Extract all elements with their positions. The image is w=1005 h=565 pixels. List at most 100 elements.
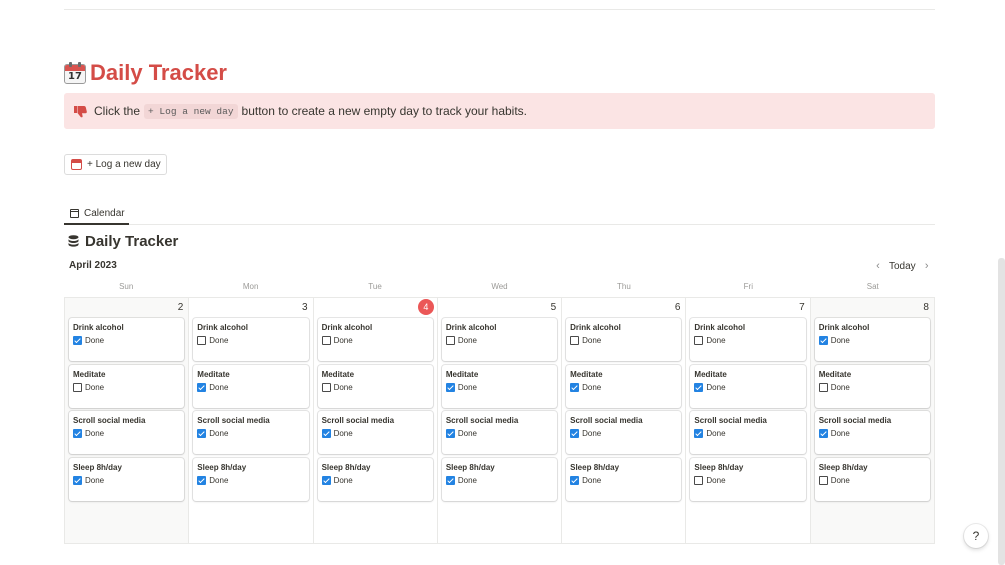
checkbox-checked[interactable] xyxy=(73,429,82,438)
calendar-icon xyxy=(71,159,82,170)
checkbox-checked[interactable] xyxy=(570,476,580,485)
habit-done-row: Done xyxy=(197,429,304,438)
checkbox-checked[interactable] xyxy=(570,383,580,392)
habit-card[interactable]: Meditate Done xyxy=(814,365,930,408)
done-label: Done xyxy=(209,336,229,345)
habit-card[interactable]: Meditate Done xyxy=(193,365,309,408)
habit-name: Scroll social media xyxy=(818,416,892,425)
checkbox-checked[interactable] xyxy=(570,429,580,438)
weekday-label: Tue xyxy=(368,282,382,291)
checkbox-unchecked[interactable] xyxy=(321,383,331,392)
habit-card[interactable]: Scroll social media Done xyxy=(317,411,433,454)
habit-done-row: Done xyxy=(694,429,801,438)
checkbox-unchecked[interactable] xyxy=(321,336,331,345)
habit-done-row: Done xyxy=(73,476,180,485)
page-title[interactable]: Daily Tracker xyxy=(90,60,227,86)
day-cell[interactable]: 7 Drink alcohol Done Meditate Done Scroll soc… xyxy=(686,298,811,543)
month-label: April 2023 xyxy=(69,260,117,271)
database-title[interactable]: Daily Tracker xyxy=(85,233,178,250)
checkbox-checked[interactable] xyxy=(445,429,455,438)
day-cell[interactable]: 3 Drink alcohol Done Meditate Done Scroll soc… xyxy=(189,298,314,543)
habit-card[interactable]: Drink alcohol Done xyxy=(441,318,558,361)
checkbox-checked[interactable] xyxy=(818,336,828,345)
habit-card[interactable]: Scroll social media Done xyxy=(566,411,682,454)
day-cell[interactable]: 8 Drink alcohol Done Meditate Done Scroll soc… xyxy=(810,298,934,543)
habit-card[interactable]: Sleep 8h/day Done xyxy=(814,458,930,501)
checkbox-checked[interactable] xyxy=(197,383,207,392)
day-cell[interactable]: 5 Drink alcohol Done Meditate Done Scroll soc… xyxy=(438,298,563,543)
habit-card[interactable]: Drink alcohol Done xyxy=(690,318,806,361)
habit-name: Scroll social media xyxy=(321,416,395,425)
done-label: Done xyxy=(706,336,726,345)
habit-done-row: Done xyxy=(570,476,677,485)
chevron-left-icon[interactable]: ‹ xyxy=(871,260,885,272)
habit-card[interactable]: Meditate Done xyxy=(317,365,433,408)
callout-text-before: Click the xyxy=(94,104,141,118)
habit-done-row: Done xyxy=(694,383,801,392)
checkbox-checked[interactable] xyxy=(445,383,455,392)
habit-name: Drink alcohol xyxy=(818,323,870,332)
checkbox-checked[interactable] xyxy=(321,476,331,485)
checkbox-checked[interactable] xyxy=(321,429,331,438)
habit-card[interactable]: Meditate Done xyxy=(690,365,806,408)
habit-card[interactable]: Sleep 8h/day Done xyxy=(441,458,558,501)
habit-card[interactable]: Sleep 8h/day Done xyxy=(317,458,433,501)
habit-card[interactable]: Sleep 8h/day Done xyxy=(193,458,309,501)
day-cell[interactable]: 4 Drink alcohol Done Meditate Done Scroll soc… xyxy=(314,298,438,543)
habit-card[interactable]: Drink alcohol Done xyxy=(566,318,682,361)
habit-done-row: Done xyxy=(197,383,304,392)
checkbox-checked[interactable] xyxy=(197,429,207,438)
calendar-icon xyxy=(70,208,79,218)
day-cell[interactable]: 2 Drink alcohol Done Meditate Done Scroll soc… xyxy=(65,298,190,543)
habit-card[interactable]: Meditate Done xyxy=(566,365,682,408)
tab-calendar[interactable]: Calendar xyxy=(64,203,129,225)
habit-done-row: Done xyxy=(321,476,429,485)
checkbox-checked[interactable] xyxy=(73,336,82,345)
checkbox-unchecked[interactable] xyxy=(694,476,704,485)
day-number: 6 xyxy=(674,302,681,313)
view-tabbar: Calendar xyxy=(64,203,935,225)
checkbox-unchecked[interactable] xyxy=(694,336,704,345)
checkbox-unchecked[interactable] xyxy=(73,383,82,392)
habit-done-row: Done xyxy=(197,336,304,345)
checkbox-checked[interactable] xyxy=(73,476,82,485)
checkbox-unchecked[interactable] xyxy=(197,336,207,345)
habit-card[interactable]: Sleep 8h/day Done xyxy=(566,458,682,501)
checkbox-unchecked[interactable] xyxy=(818,383,828,392)
weekday-label: Sun xyxy=(119,282,134,291)
habit-card[interactable]: Sleep 8h/day Done xyxy=(69,458,185,501)
checkbox-checked[interactable] xyxy=(197,476,207,485)
chevron-right-icon[interactable]: › xyxy=(920,260,934,272)
checkbox-unchecked[interactable] xyxy=(818,476,828,485)
done-label: Done xyxy=(457,383,477,392)
help-button[interactable]: ? xyxy=(964,524,988,548)
habit-card[interactable]: Drink alcohol Done xyxy=(814,318,930,361)
checkbox-unchecked[interactable] xyxy=(445,336,455,345)
habit-card[interactable]: Scroll social media Done xyxy=(69,411,185,454)
habit-card[interactable]: Meditate Done xyxy=(441,365,558,408)
done-label: Done xyxy=(582,429,602,438)
checkbox-checked[interactable] xyxy=(445,476,455,485)
habit-done-row: Done xyxy=(73,429,180,438)
habit-card[interactable]: Scroll social media Done xyxy=(814,411,930,454)
checkbox-checked[interactable] xyxy=(694,429,704,438)
checkbox-checked[interactable] xyxy=(694,383,704,392)
day-cell[interactable]: 6 Drink alcohol Done Meditate Done Scroll soc… xyxy=(562,298,687,543)
habit-name: Drink alcohol xyxy=(694,323,746,332)
log-new-day-button[interactable]: + Log a new day xyxy=(64,154,167,175)
checkbox-unchecked[interactable] xyxy=(570,336,580,345)
habit-card[interactable]: Drink alcohol Done xyxy=(317,318,433,361)
habit-name: Drink alcohol xyxy=(73,323,124,332)
habit-card[interactable]: Meditate Done xyxy=(69,365,185,408)
habit-card[interactable]: Scroll social media Done xyxy=(193,411,309,454)
habit-card[interactable]: Drink alcohol Done xyxy=(69,318,185,361)
habit-card[interactable]: Drink alcohol Done xyxy=(193,318,309,361)
today-button[interactable]: Today xyxy=(889,261,916,272)
habit-card[interactable]: Scroll social media Done xyxy=(690,411,806,454)
done-label: Done xyxy=(830,429,850,438)
habit-card[interactable]: Sleep 8h/day Done xyxy=(690,458,806,501)
scrollbar[interactable] xyxy=(998,258,1005,565)
habit-card[interactable]: Scroll social media Done xyxy=(441,411,558,454)
checkbox-checked[interactable] xyxy=(818,429,828,438)
callout-text-after: button to create a new empty day to trac… xyxy=(241,104,528,118)
